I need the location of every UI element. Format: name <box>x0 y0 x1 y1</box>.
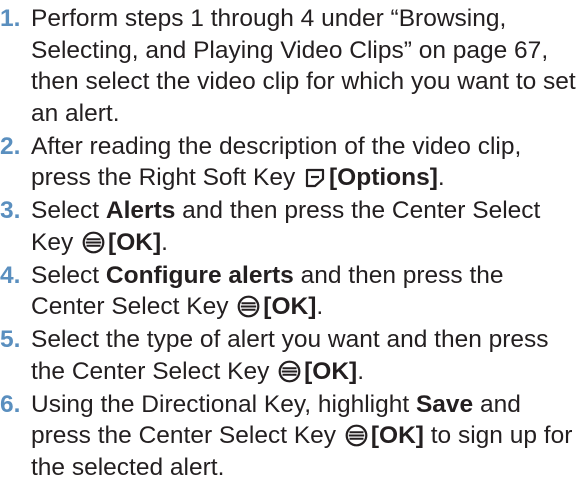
center-select-key-icon <box>82 231 105 254</box>
menu-item-name: Configure alerts <box>105 261 294 289</box>
step-2: 2. After reading the description of the … <box>0 131 581 194</box>
instruction-steps: 1. Perform steps 1 through 4 under “Brow… <box>0 3 581 485</box>
step-5: 5. Select the type of alert you want and… <box>0 324 581 387</box>
step-number: 1. <box>0 5 21 32</box>
step-text: Select <box>31 197 100 224</box>
step-number: 6. <box>0 390 21 418</box>
center-select-key-icon <box>278 360 301 383</box>
step-text-end: . <box>161 228 168 256</box>
key-label: [Options] <box>329 164 438 191</box>
step-number: 4. <box>0 261 21 289</box>
step-6: 6. Using the Directional Key, highlight … <box>0 389 581 484</box>
step-1: 1. Perform steps 1 through 4 under “Brow… <box>0 3 581 129</box>
key-label: [OK] <box>370 422 424 449</box>
step-text: After reading the description of the vid… <box>31 132 522 192</box>
step-text: Perform steps 1 through 4 under “Browsin… <box>31 5 576 127</box>
step-4: 4. Select Configure alerts and then pres… <box>0 260 581 323</box>
step-text-end: . <box>437 164 445 191</box>
center-select-key-icon <box>237 295 260 318</box>
right-soft-key-icon <box>304 167 326 189</box>
step-text: Using the Directional Key, highlight <box>31 390 410 418</box>
step-3: 3. Select Alerts and then press the Cent… <box>0 195 581 258</box>
step-number: 5. <box>0 326 21 353</box>
step-text-end: . <box>316 293 324 320</box>
step-text: Select <box>31 261 100 289</box>
key-label: [OK] <box>108 228 162 256</box>
center-select-key-icon <box>345 424 368 447</box>
menu-item-name: Save <box>415 390 474 418</box>
step-number: 2. <box>0 132 21 160</box>
step-text-end: . <box>357 357 365 385</box>
key-label: [OK] <box>304 357 358 385</box>
menu-item-name: Alerts <box>105 197 176 224</box>
step-number: 3. <box>0 197 21 224</box>
key-label: [OK] <box>263 293 317 320</box>
